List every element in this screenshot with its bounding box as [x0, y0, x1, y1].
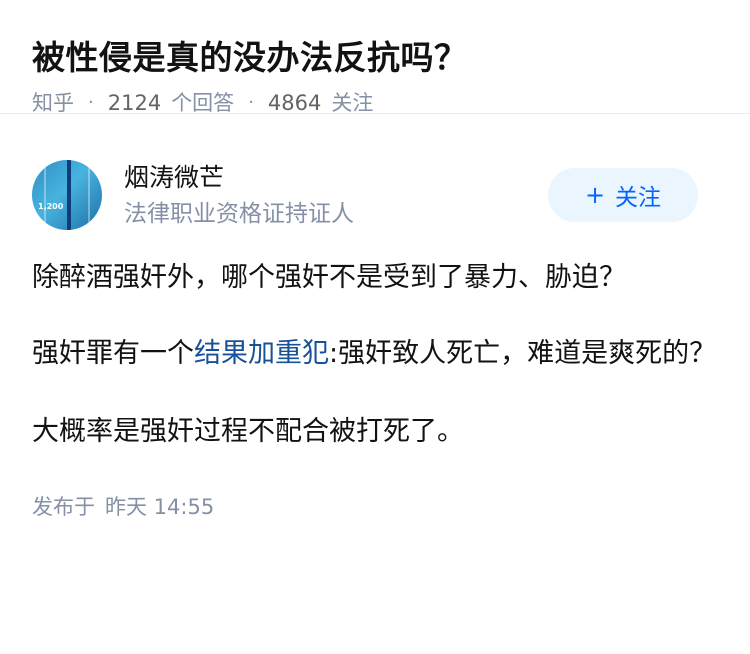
paragraph-text: 强奸罪有一个: [32, 338, 194, 369]
answer-count: 2124: [107, 91, 162, 115]
paragraph-text: :强奸致人死亡，难道是爽死的？: [329, 338, 717, 369]
follow-button-label: 关注: [615, 185, 662, 211]
author-row: 1,200 烟涛微芒 法律职业资格证持证人 + 关注: [32, 114, 718, 254]
avatar-text: 1,200: [38, 202, 64, 211]
keyword-link[interactable]: 结果加重犯: [194, 338, 329, 369]
source-label[interactable]: 知乎: [32, 88, 74, 118]
answer-content: 除醉酒强奸外，哪个强奸不是受到了暴力、胁迫？ 强奸罪有一个结果加重犯:强奸致人死…: [32, 256, 718, 454]
meta-separator: ·: [248, 92, 254, 113]
avatar[interactable]: 1,200: [32, 160, 102, 230]
answer-paragraph: 大概率是强奸过程不配合被打死了。: [32, 416, 464, 447]
author-name[interactable]: 烟涛微芒: [124, 161, 548, 195]
answer-item: 1,200 烟涛微芒 法律职业资格证持证人 + 关注 除醉酒强奸外，哪个强奸不是…: [0, 114, 750, 522]
plus-icon: +: [584, 181, 606, 209]
question-title[interactable]: 被性侵是真的没办法反抗吗？: [32, 36, 718, 80]
publish-label: 发布于: [32, 495, 95, 519]
follower-count: 4864: [267, 91, 322, 115]
follow-button[interactable]: + 关注: [548, 168, 698, 222]
answer-count-label: 个回答: [171, 91, 235, 115]
follower-count-label: 关注: [331, 91, 374, 115]
answer-paragraph: 除醉酒强奸外，哪个强奸不是受到了暴力、胁迫？: [32, 262, 626, 293]
meta-separator: ·: [88, 92, 94, 113]
avatar-lane-line: [88, 160, 90, 230]
publish-time: 发布于 昨天 14:55: [32, 492, 718, 522]
author-info: 烟涛微芒 法律职业资格证持证人: [124, 161, 548, 230]
avatar-lane-line: [44, 160, 46, 230]
answer-paragraph: 强奸罪有一个结果加重犯:强奸致人死亡，难道是爽死的？: [32, 332, 718, 376]
author-headline: 法律职业资格证持证人: [124, 200, 354, 227]
question-header: 被性侵是真的没办法反抗吗？ 知乎 · 2124 个回答 · 4864 关注: [0, 0, 750, 115]
avatar-lane-line: [67, 160, 71, 230]
publish-timestamp: 昨天 14:55: [105, 495, 215, 519]
